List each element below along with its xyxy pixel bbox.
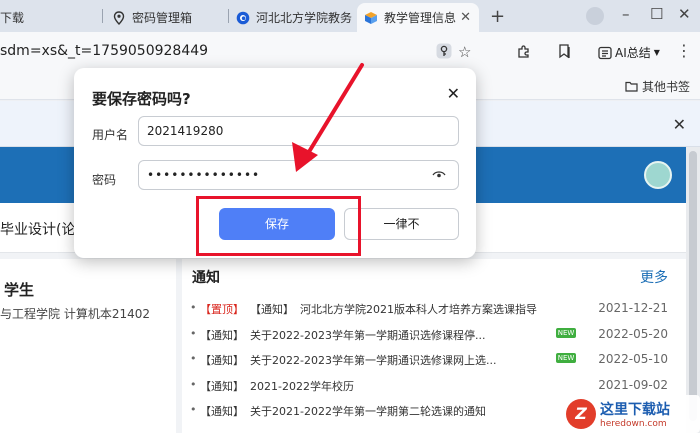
- tab-label: 河北北方学院教务: [256, 11, 353, 25]
- watermark-title: 这里下载站: [600, 402, 670, 418]
- star-icon[interactable]: ☆: [458, 43, 471, 61]
- watermark-sub: heredown.com: [600, 419, 667, 429]
- scrollbar-thumb[interactable]: [689, 151, 697, 421]
- student-title: 学生: [4, 281, 35, 299]
- bullet: •: [190, 352, 197, 365]
- user-avatar[interactable]: [644, 161, 672, 189]
- tab-separator: [102, 9, 103, 23]
- watermark-logo: Z: [566, 399, 596, 429]
- chevron-down-icon: ▼: [653, 48, 660, 57]
- tab-separator: [228, 9, 229, 23]
- notice-text: 关于2022-2023学年第一学期通识选修课网上选...: [250, 354, 497, 367]
- minimize-icon[interactable]: –: [622, 5, 630, 23]
- tab-hebei-north[interactable]: 河北北方学院教务: [234, 3, 356, 32]
- notice-tag: 【通知】: [200, 379, 244, 393]
- list-item[interactable]: • 【通知】 关于2022-2023学年第一学期通识选修课程停... NEW 2…: [190, 323, 680, 349]
- notice-text: 关于2021-2022学年第一学期第二轮选课的通知: [250, 405, 486, 418]
- menu-more-icon[interactable]: ⋮: [676, 41, 692, 60]
- edge-icon: [236, 11, 250, 24]
- highlight-box: [196, 196, 361, 256]
- new-badge: NEW: [556, 353, 576, 363]
- site-watermark: Z 这里下载站 heredown.com: [560, 395, 700, 433]
- notice-date: 2022-05-10: [598, 352, 668, 366]
- notice-tag: 【通知】: [200, 354, 244, 367]
- tab-teaching-management[interactable]: 教学管理信息 ✕: [357, 3, 479, 32]
- new-tab-plus-icon[interactable]: +: [490, 6, 505, 27]
- bullet: •: [190, 403, 197, 416]
- url-text[interactable]: sdm=xs&_t=1759050928449: [0, 43, 208, 59]
- notice-text: 河北北方学院2021版本科人才培养方案选课指导: [300, 303, 537, 316]
- username-label: 用户名: [92, 128, 129, 142]
- address-bar: sdm=xs&_t=1759050928449 ☆ AI总结 ▼ ⋮: [0, 32, 700, 72]
- ai-summary-icon: [598, 46, 612, 59]
- ai-summary-label: AI总结: [615, 46, 651, 60]
- student-info: 与工程学院 计算机本21402: [0, 307, 150, 321]
- profile-avatar-icon[interactable]: [586, 7, 604, 25]
- notice-date: 2021-09-02: [598, 377, 668, 392]
- username-field[interactable]: 2021419280: [138, 116, 459, 146]
- pin-tag: 【置顶】: [200, 303, 244, 316]
- tab-password-manager[interactable]: 密码管理箱: [108, 3, 226, 32]
- username-value: 2021419280: [147, 124, 224, 138]
- ai-summary-button[interactable]: AI总结 ▼: [598, 44, 660, 61]
- student-card: 学生 与工程学院 计算机本21402: [0, 259, 176, 433]
- notice-text: 关于2022-2023学年第一学期通识选修课程停...: [250, 328, 486, 342]
- notice-more-link[interactable]: 更多: [640, 267, 668, 287]
- new-badge: NEW: [556, 327, 576, 338]
- folder-icon: [625, 81, 638, 92]
- list-item[interactable]: • 【置顶】 【通知】 河北北方学院2021版本科人才培养方案选课指导 2021…: [190, 297, 680, 323]
- close-window-icon[interactable]: ✕: [678, 5, 691, 23]
- close-tab-icon[interactable]: ✕: [460, 10, 471, 25]
- maximize-icon[interactable]: ☐: [650, 5, 663, 23]
- password-value: ••••••••••••••: [147, 168, 261, 182]
- never-button[interactable]: 一律不: [344, 208, 459, 240]
- extensions-icon[interactable]: [516, 44, 531, 59]
- notice-title: 通知: [192, 270, 220, 286]
- notice-tag: 【通知】: [200, 328, 244, 342]
- password-field[interactable]: ••••••••••••••: [138, 160, 459, 190]
- bullet: •: [190, 326, 197, 340]
- tab-label: 下载: [0, 11, 25, 25]
- notice-date: 2022-05-20: [598, 326, 668, 341]
- page-scrollbar[interactable]: [686, 147, 700, 433]
- notice-text: 2021-2022学年校历: [250, 379, 354, 393]
- cube-icon: [365, 11, 377, 24]
- tab-label: 密码管理箱: [132, 11, 193, 25]
- key-icon[interactable]: [436, 43, 452, 59]
- eye-icon[interactable]: [432, 169, 446, 181]
- tab-label: 教学管理信息: [384, 11, 457, 25]
- other-bookmarks-label: 其他书签: [641, 80, 690, 94]
- password-label: 密码: [92, 173, 117, 187]
- bookmark-icon[interactable]: [558, 44, 572, 59]
- tab-strip: 下载 密码管理箱 河北北方学院教务 教学管理信息 ✕ + – ☐ ✕: [0, 0, 700, 32]
- bullet: •: [190, 301, 197, 314]
- location-pin-icon: [113, 10, 125, 25]
- tab-downloads[interactable]: 下载: [0, 3, 100, 32]
- notice-tag: 【通知】: [250, 303, 294, 316]
- list-item[interactable]: • 【通知】 关于2022-2023学年第一学期通识选修课网上选... NEW …: [190, 348, 680, 374]
- notice-tag: 【通知】: [200, 405, 244, 418]
- bullet: •: [190, 377, 197, 391]
- other-bookmarks-folder[interactable]: 其他书签: [625, 78, 690, 95]
- dialog-title: 要保存密码吗?: [92, 90, 191, 108]
- close-icon[interactable]: ✕: [447, 84, 460, 103]
- notice-date: 2021-12-21: [598, 301, 668, 315]
- close-icon[interactable]: ✕: [673, 115, 686, 134]
